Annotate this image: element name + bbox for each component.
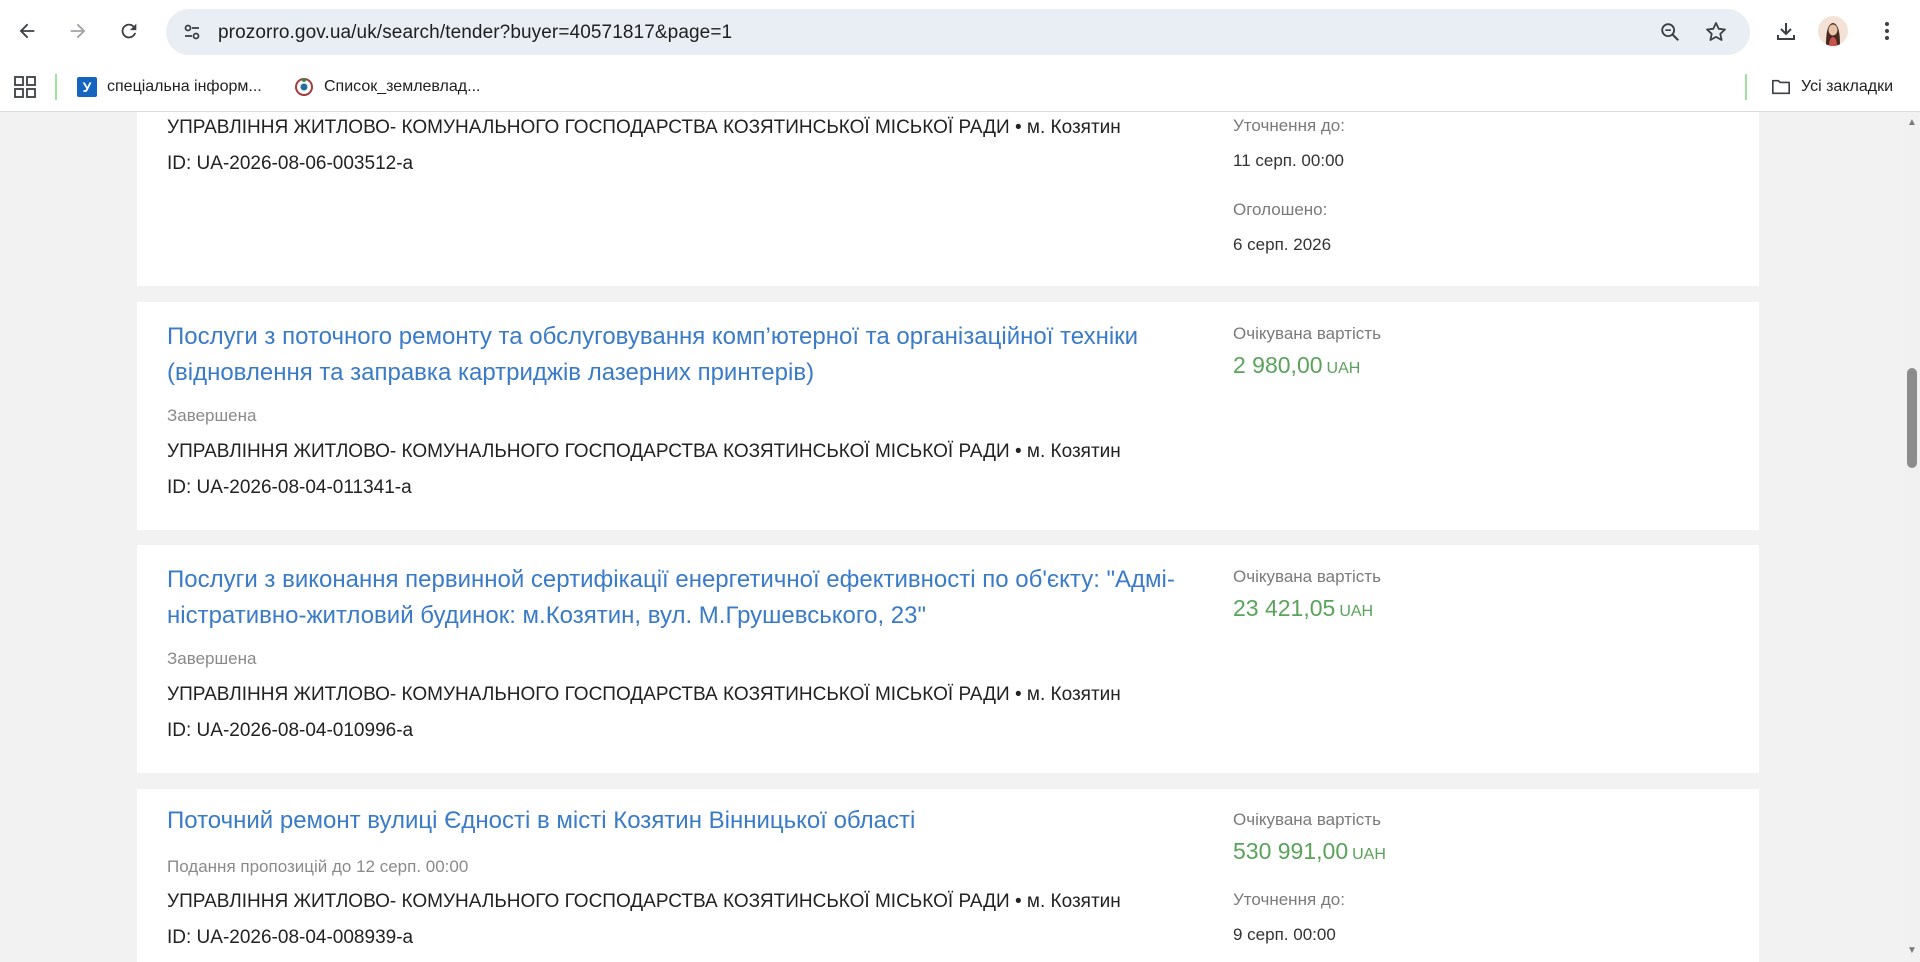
bookmark-item-special-info[interactable]: У спеціальна інформ... — [77, 75, 262, 99]
announced-label: Оголошено: — [1233, 200, 1328, 219]
u-favicon-icon: У — [77, 77, 97, 97]
bookmark-label: спеціальна інформ... — [107, 78, 262, 95]
zoom-icon[interactable] — [1656, 18, 1684, 46]
tender-card: УПРАВЛІННЯ ЖИТЛОВО- КОМУНАЛЬНОГО ГОСПОДА… — [137, 112, 1759, 286]
back-arrow-icon[interactable] — [10, 14, 44, 48]
scroll-down-arrow-icon[interactable]: ▼ — [1907, 946, 1917, 956]
tender-id: ID: UA-2026-08-06-003512-a — [167, 153, 414, 174]
reload-icon[interactable] — [112, 14, 146, 48]
tender-title-link[interactable]: Послуги з виконання первинной сертифікац… — [167, 562, 1177, 634]
forward-arrow-icon[interactable] — [61, 14, 95, 48]
scroll-up-arrow-icon[interactable]: ▲ — [1907, 118, 1917, 128]
buyer-name: УПРАВЛІННЯ ЖИТЛОВО- КОМУНАЛЬНОГО ГОСПОДА… — [167, 891, 1121, 912]
vertical-scrollbar[interactable]: ▲ ▼ — [1904, 112, 1920, 962]
price-currency: UAH — [1339, 603, 1374, 620]
browser-toolbar: prozorro.gov.ua/uk/search/tender?buyer=4… — [0, 0, 1920, 62]
profile-avatar[interactable] — [1818, 16, 1848, 46]
clarification-label: Уточнення до: — [1233, 890, 1345, 909]
bookmark-item-land-list[interactable]: Список_землевлад... — [294, 75, 480, 99]
clarification-value: 11 серп. 00:00 — [1233, 151, 1344, 170]
tender-card: Послуги з поточного ремонту та обслугову… — [137, 302, 1759, 530]
tender-card: Послуги з виконання первинной сертифікац… — [137, 545, 1759, 773]
expected-value-label: Очікувана вартість — [1233, 810, 1381, 829]
all-bookmarks-label: Усі закладки — [1801, 78, 1894, 95]
bookmarks-bar: У спеціальна інформ... Список_землевлад.… — [0, 62, 1920, 112]
download-icon[interactable] — [1769, 14, 1803, 48]
expected-value-label: Очікувана вартість — [1233, 324, 1381, 343]
bookmark-star-icon[interactable] — [1702, 18, 1730, 46]
site-info-icon[interactable] — [180, 20, 204, 44]
address-bar[interactable]: prozorro.gov.ua/uk/search/tender?buyer=4… — [166, 9, 1750, 55]
clarification-label: Уточнення до: — [1233, 116, 1345, 135]
price-currency: UAH — [1326, 360, 1361, 377]
price-amount: 2 980,00 — [1233, 352, 1323, 378]
scrollbar-thumb[interactable] — [1907, 368, 1917, 468]
expected-value-label: Очікувана вартість — [1233, 567, 1381, 586]
expected-value: 23 421,05 UAH — [1233, 595, 1373, 622]
tender-status: Завершена — [167, 406, 257, 425]
tender-title-link[interactable]: Послуги з поточного ремонту та обслугову… — [167, 319, 1177, 391]
wikimedia-favicon-icon — [294, 77, 314, 97]
bookmarks-separator — [1745, 74, 1747, 100]
tender-id: ID: UA-2026-08-04-010996-a — [167, 720, 414, 741]
buyer-name: УПРАВЛІННЯ ЖИТЛОВО- КОМУНАЛЬНОГО ГОСПОДА… — [167, 441, 1121, 462]
price-currency: UAH — [1352, 846, 1386, 863]
bookmarks-separator — [55, 74, 57, 100]
tender-title-link[interactable]: Поточний ремонт вулиці Єдності в місті К… — [167, 803, 1177, 839]
buyer-name: УПРАВЛІННЯ ЖИТЛОВО- КОМУНАЛЬНОГО ГОСПОДА… — [167, 117, 1121, 138]
expected-value: 2 980,00 UAH — [1233, 352, 1360, 379]
clarification-value: 9 серп. 00:00 — [1233, 925, 1336, 944]
url-text[interactable]: prozorro.gov.ua/uk/search/tender?buyer=4… — [218, 22, 732, 44]
bookmark-label: Список_землевлад... — [324, 78, 481, 95]
tender-status: Подання пропозицій до 12 серп. 00:00 — [167, 857, 469, 876]
expected-value: 530 991,00 UAH — [1233, 838, 1386, 865]
all-bookmarks-button[interactable]: Усі закладки — [1771, 75, 1893, 99]
announced-value: 6 серп. 2026 — [1233, 235, 1332, 254]
tender-id: ID: UA-2026-08-04-011341-a — [167, 477, 412, 498]
price-amount: 530 991,00 — [1233, 838, 1349, 864]
price-amount: 23 421,05 — [1233, 595, 1336, 621]
tender-status: Завершена — [167, 649, 257, 668]
folder-icon — [1771, 77, 1791, 97]
tender-id: ID: UA-2026-08-04-008939-a — [167, 927, 414, 948]
buyer-name: УПРАВЛІННЯ ЖИТЛОВО- КОМУНАЛЬНОГО ГОСПОДА… — [167, 684, 1121, 705]
apps-grid-icon[interactable] — [12, 74, 38, 100]
page-content: УПРАВЛІННЯ ЖИТЛОВО- КОМУНАЛЬНОГО ГОСПОДА… — [0, 112, 1904, 962]
tender-card: Поточний ремонт вулиці Єдності в місті К… — [137, 789, 1759, 962]
more-menu-icon[interactable] — [1870, 14, 1904, 48]
